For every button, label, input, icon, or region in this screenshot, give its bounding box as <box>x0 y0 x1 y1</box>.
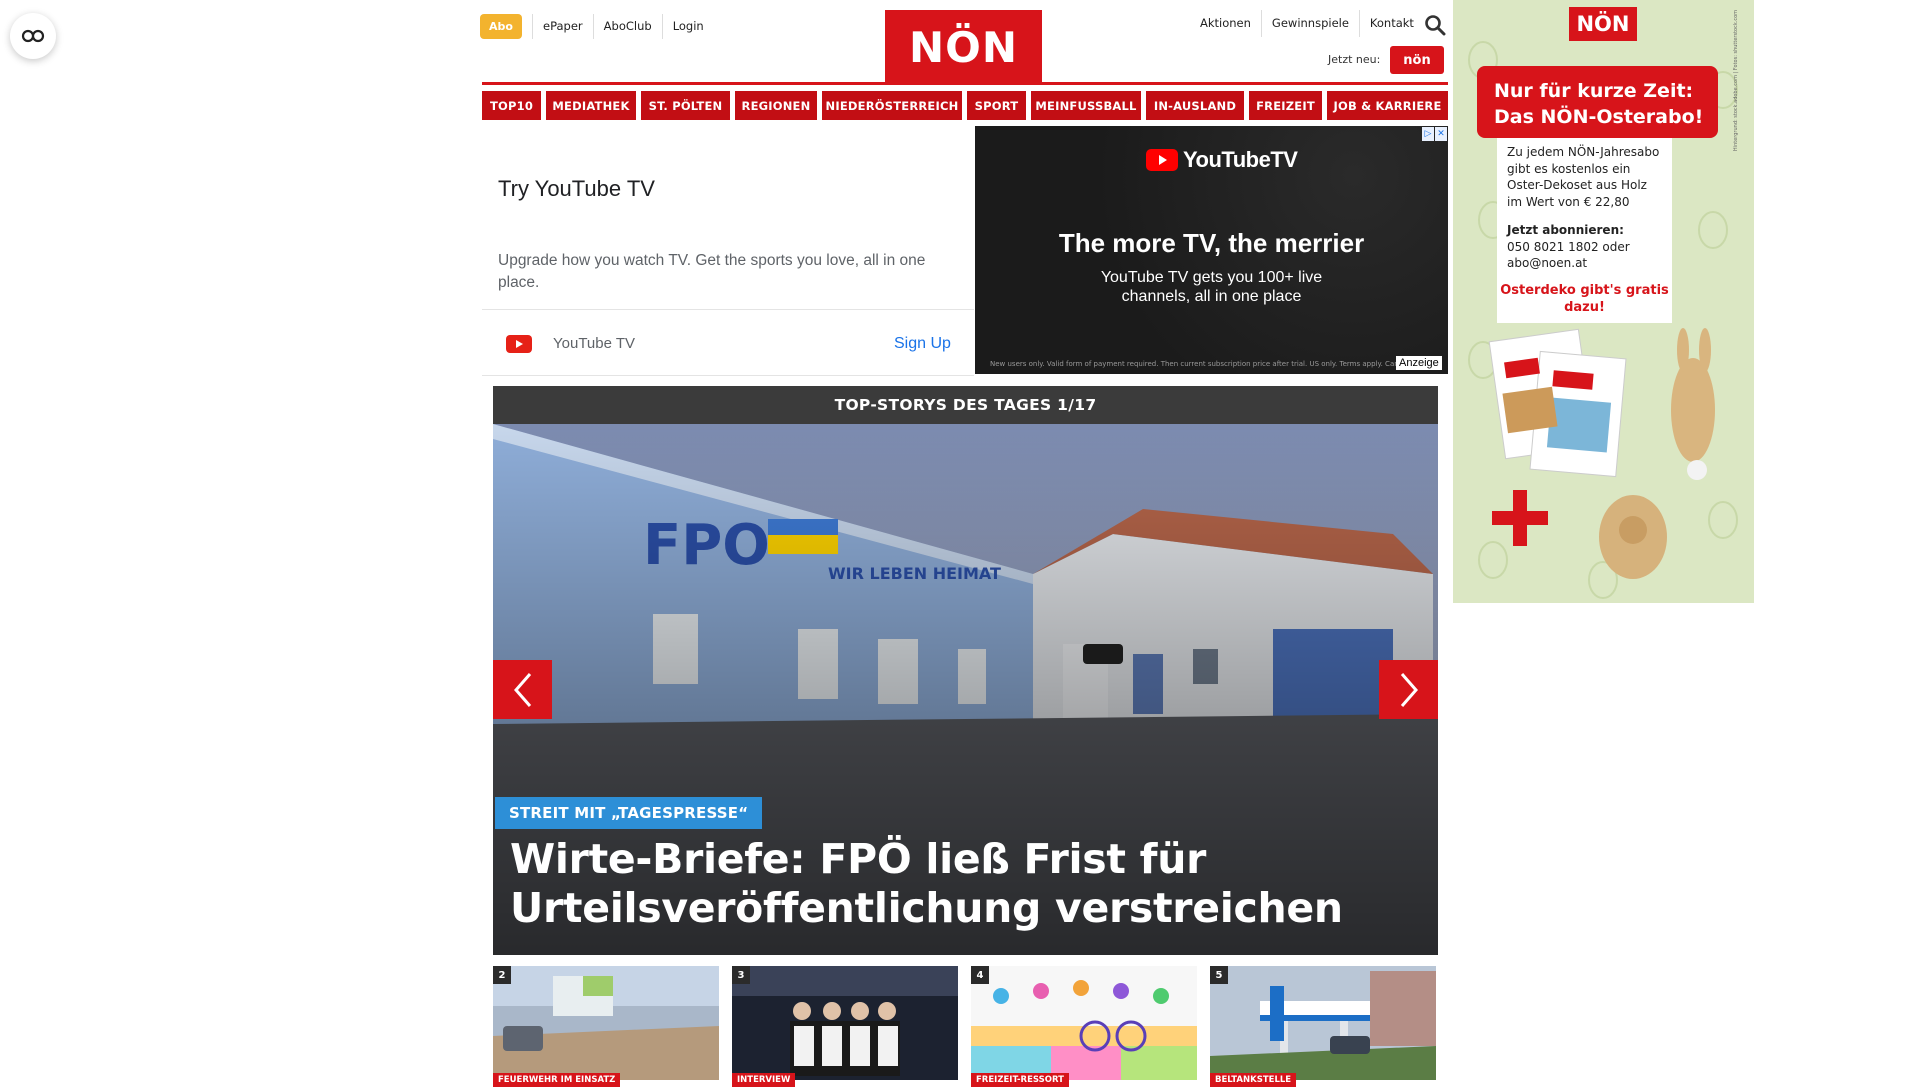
nav-st-poelten[interactable]: ST. PÖLTEN <box>641 91 730 120</box>
thumb-number: 3 <box>732 966 750 984</box>
youtube-icon <box>506 335 532 353</box>
promo-body: Zu jedem NÖN-Jahresabo gibt es kostenlos… <box>1507 145 1660 209</box>
thumb-tag[interactable]: FREIZEIT-RESSORT <box>971 1073 1069 1087</box>
story-thumb-4[interactable] <box>971 966 1197 1080</box>
hero-headline[interactable]: Wirte-Briefe: FPÖ ließ Frist für Urteils… <box>510 835 1410 933</box>
ad-subline: YouTube TV gets you 100+ live channels, … <box>1100 269 1323 305</box>
aktionen-link[interactable]: Aktionen <box>1190 10 1261 37</box>
ad-label: Anzeige <box>1396 356 1442 370</box>
glasses-icon <box>21 29 45 43</box>
ad-title[interactable]: Try YouTube TV <box>498 176 655 202</box>
thumb-number: 5 <box>1210 966 1228 984</box>
thumb-tag[interactable]: FEUERWEHR IM EINSATZ <box>493 1073 621 1087</box>
nav-mediathek[interactable]: MEDIATHEK <box>546 91 636 120</box>
ad-fine-print: New users only. Valid form of payment re… <box>990 360 1442 368</box>
ad-signup-link[interactable]: Sign Up <box>894 335 951 353</box>
top-stories-header: TOP-STORYS DES TAGES 1/17 <box>493 386 1438 424</box>
top-links: ePaper AboClub Login <box>532 14 714 39</box>
nav-regionen[interactable]: REGIONEN <box>735 91 817 120</box>
promo-cta-head: Jetzt abonnieren: <box>1507 223 1624 237</box>
search-button[interactable] <box>1424 14 1446 36</box>
youtube-tv-logo-text: YouTubeTV <box>1183 147 1298 172</box>
thumb-image-2 <box>493 966 719 1080</box>
carousel-prev-button[interactable] <box>493 660 552 719</box>
nav-top10[interactable]: TOP10 <box>482 91 541 120</box>
story-thumb-3[interactable] <box>732 966 958 1080</box>
thumb-image-3 <box>732 966 958 1080</box>
reader-mode-button[interactable] <box>10 13 56 59</box>
nav-meinfussball[interactable]: MEINFUSSBALL <box>1031 91 1141 120</box>
promo-side-note: Hintergrund: stock.adobe.com | Fotos: sh… <box>1733 10 1739 152</box>
nav-job-karriere[interactable]: JOB & KARRIERE <box>1327 91 1448 120</box>
aboclub-link[interactable]: AboClub <box>592 14 662 39</box>
promo-cta-body: 050 8021 1802 oder abo@noen.at <box>1507 239 1630 271</box>
kontakt-link[interactable]: Kontakt <box>1358 10 1424 37</box>
login-link[interactable]: Login <box>661 14 714 39</box>
jetzt-neu-label: Jetzt neu: <box>1328 53 1381 66</box>
chevron-left-icon <box>513 672 531 707</box>
play-icon <box>1146 149 1178 171</box>
thumb-number: 2 <box>493 966 511 984</box>
promo-logo: NÖN <box>1569 7 1637 41</box>
ad-brand: YouTube TV <box>553 335 636 352</box>
search-icon <box>1425 15 1446 36</box>
promo-osterdeko: Osterdeko gibt's gratis dazu! <box>1500 283 1669 315</box>
close-icon[interactable]: ✕ <box>1435 127 1447 141</box>
thumb-tag[interactable]: BELTANKSTELLE <box>1210 1073 1297 1087</box>
adchoices-icon: ▷ <box>1422 127 1434 141</box>
ad-description: Upgrade how you watch TV. Get the sports… <box>498 252 926 291</box>
ad-divider <box>482 309 974 310</box>
thumb-tag[interactable]: INTERVIEW <box>732 1073 796 1087</box>
nav-niederoesterreich[interactable]: NIEDERÖSTERREICH <box>822 91 962 120</box>
story-thumb-2[interactable] <box>493 966 719 1080</box>
gewinnspiele-link[interactable]: Gewinnspiele <box>1260 10 1359 37</box>
thumb-number: 4 <box>971 966 989 984</box>
epaper-link[interactable]: ePaper <box>532 14 593 39</box>
abo-button[interactable]: Abo <box>480 14 522 39</box>
thumb-image-5 <box>1210 966 1436 1080</box>
promo-banner[interactable]: Nur für kurze Zeit: Das NÖN-Osterabo! <box>1477 66 1718 138</box>
nav-in-ausland[interactable]: IN-AUSLAND <box>1146 91 1244 120</box>
adchoices-button[interactable]: ▷ ✕ <box>1422 127 1448 141</box>
thumb-image-4 <box>971 966 1197 1080</box>
carousel-next-button[interactable] <box>1379 660 1438 719</box>
youtube-tv-logo: YouTubeTV <box>1146 147 1298 173</box>
story-thumb-5[interactable] <box>1210 966 1436 1080</box>
right-links: Aktionen Gewinnspiele Kontakt <box>1190 10 1424 37</box>
ad-headline: The more TV, the merrier <box>1058 228 1365 258</box>
nav-freizeit[interactable]: FREIZEIT <box>1249 91 1322 120</box>
jetzt-neu-badge[interactable]: nön <box>1390 46 1444 74</box>
header-divider <box>482 82 1448 85</box>
hero-category-tag[interactable]: STREIT MIT „TAGESPRESSE“ <box>495 797 763 829</box>
chevron-right-icon <box>1400 672 1418 707</box>
nav-sport[interactable]: SPORT <box>967 91 1026 120</box>
main-nav: TOP10 MEDIATHEK ST. PÖLTEN REGIONEN NIED… <box>482 91 1448 120</box>
site-logo[interactable]: NÖN <box>885 10 1042 84</box>
